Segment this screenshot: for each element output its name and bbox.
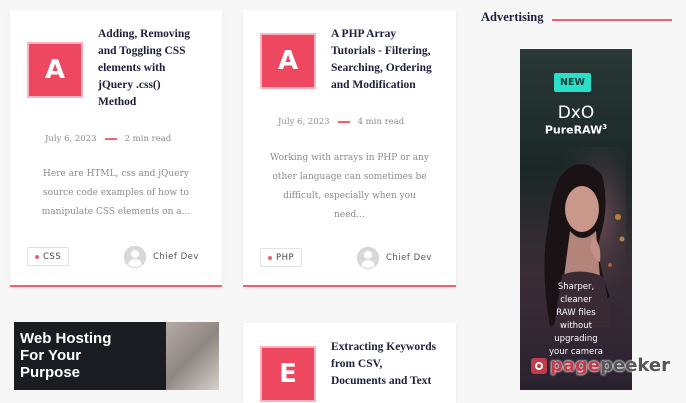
watermark-text-a: page (550, 355, 601, 376)
hosting-headline[interactable]: Web Hosting For Your Purpose (20, 330, 111, 381)
pagepeeker-watermark: pagepeeker (531, 355, 670, 376)
ad-product-version: 3 (602, 123, 608, 131)
post-title-line[interactable]: A PHP Array (331, 26, 453, 43)
post-excerpt: Working with arrays in PHP or any other … (251, 149, 448, 225)
meta-separator (104, 138, 117, 140)
meta-separator (337, 121, 350, 123)
hosting-line: For Your (20, 347, 82, 364)
ad-tagline: Sharper, cleaner RAW files without upgra… (520, 281, 632, 359)
ad-tagline-line: without (560, 321, 592, 331)
tag-dot-icon (268, 255, 272, 260)
post-thumbnail[interactable]: E (260, 346, 316, 402)
post-date: July 6, 2023 (45, 134, 97, 144)
post-card: A A PHP Array Tutorials - Filtering, Sea… (243, 10, 456, 287)
post-thumbnail[interactable]: A (260, 33, 316, 89)
excerpt-line: need... (334, 210, 365, 220)
post-title-line[interactable]: Tutorials - Filtering, (331, 43, 453, 60)
avatar-icon (357, 247, 379, 269)
post-excerpt: Here are HTML, css and jQuery source cod… (18, 165, 214, 222)
tag-php[interactable]: PHP (260, 248, 303, 267)
excerpt-line: difficult, especially when you (283, 191, 416, 201)
tag-css[interactable]: CSS (27, 247, 70, 266)
ad-product: PureRAW3 (520, 123, 632, 137)
author-name[interactable]: Chief Dev (386, 253, 432, 263)
ad-badge: NEW (554, 73, 591, 92)
hosting-line: Purpose (20, 364, 81, 381)
avatar-icon (124, 246, 146, 268)
post-title-line[interactable]: Extracting Keywords (331, 339, 453, 356)
hosting-banner[interactable]: Web Hosting For Your Purpose (14, 322, 219, 390)
post-title-line[interactable]: and Toggling CSS (98, 43, 216, 60)
ad-product-name: PureRAW (544, 123, 603, 137)
ad-brand: DxO (557, 103, 595, 123)
post-meta: July 6, 2023 2 min read (45, 134, 171, 144)
excerpt-line: Here are HTML, css and jQuery (43, 169, 189, 179)
tag-dot-icon (35, 254, 39, 259)
ad-tagline-line: cleaner (560, 295, 592, 305)
excerpt-line: other language can sometimes be (272, 172, 427, 182)
post-title-line[interactable]: Searching, Ordering (331, 60, 453, 77)
post-card: E Extracting Keywords from CSV, Document… (243, 323, 456, 403)
post-title-line[interactable]: and Modification (331, 77, 453, 94)
ad-tagline-line: upgrading (554, 334, 598, 344)
tag-label: PHP (276, 252, 295, 263)
post-title[interactable]: A PHP Array Tutorials - Filtering, Searc… (331, 26, 453, 94)
watermark-text: pagepeeker (550, 355, 670, 376)
post-thumbnail[interactable]: A (27, 42, 83, 98)
sidebar-heading: Advertising (481, 10, 544, 24)
hosting-line: Web Hosting (20, 330, 112, 347)
advertisement-banner[interactable]: NEW DxO PureRAW3 Sharper, cleaner RAW fi… (520, 49, 632, 390)
hosting-photo (166, 322, 219, 390)
post-title[interactable]: Adding, Removing and Toggling CSS elemen… (98, 26, 216, 111)
read-time: 4 min read (357, 117, 405, 127)
excerpt-line: manipulate CSS elements on a... (41, 207, 191, 217)
watermark-text-b: peeker (600, 355, 670, 376)
heading-underline (552, 19, 672, 21)
post-title-line[interactable]: jQuery .css() (98, 77, 216, 94)
post-card: A Adding, Removing and Toggling CSS elem… (10, 10, 222, 287)
author-name[interactable]: Chief Dev (153, 252, 199, 262)
pagepeeker-logo-icon (531, 357, 547, 374)
post-author[interactable]: Chief Dev (357, 247, 432, 269)
post-title-line[interactable]: Documents and Text (331, 373, 453, 390)
tag-label: CSS (43, 251, 62, 262)
ad-tagline-line: RAW files (556, 308, 596, 318)
post-title-line[interactable]: Method (98, 94, 216, 111)
excerpt-line: source code examples of how to (43, 188, 189, 198)
post-date: July 6, 2023 (278, 117, 330, 127)
post-title-line[interactable]: from CSV, (331, 356, 453, 373)
post-title-line[interactable]: Adding, Removing (98, 26, 216, 43)
post-meta: July 6, 2023 4 min read (278, 117, 404, 127)
post-title-line[interactable]: elements with (98, 60, 216, 77)
ad-tagline-line: Sharper, (557, 282, 595, 292)
post-title[interactable]: Extracting Keywords from CSV, Documents … (331, 339, 453, 390)
post-author[interactable]: Chief Dev (124, 246, 199, 268)
read-time: 2 min read (124, 134, 172, 144)
excerpt-line: Working with arrays in PHP or any (269, 153, 430, 163)
